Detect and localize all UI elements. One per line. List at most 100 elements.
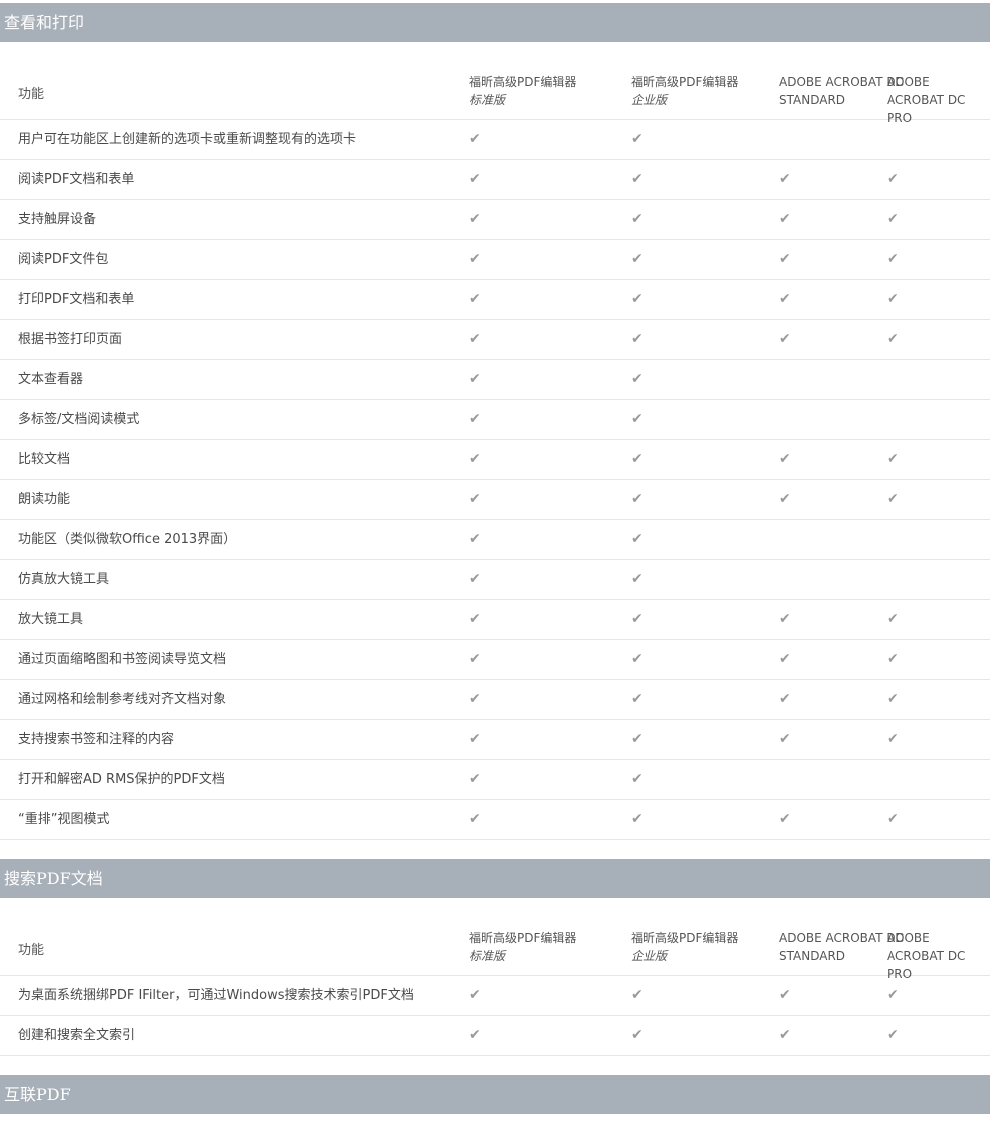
check-icon: ✔ xyxy=(631,131,643,147)
check-icon: ✔ xyxy=(631,691,643,707)
column-header-edition: STANDARD xyxy=(779,93,846,107)
table-row: 仿真放大镜工具 ✔ ✔ xyxy=(0,560,990,600)
check-icon: ✔ xyxy=(469,771,481,787)
check-icon: ✔ xyxy=(469,251,481,267)
feature-label: 通过页面缩略图和书签阅读导览文档 xyxy=(18,652,227,667)
feature-label: 支持搜索书签和注释的内容 xyxy=(18,732,175,747)
feature-label: 打印PDF文档和表单 xyxy=(18,292,135,307)
check-icon: ✔ xyxy=(469,571,481,587)
check-icon: ✔ xyxy=(469,491,481,507)
table-row: 朗读功能 ✔ ✔ ✔ ✔ xyxy=(0,480,990,520)
check-icon: ✔ xyxy=(469,331,481,347)
table-row: 通过页面缩略图和书签阅读导览文档 ✔ ✔ ✔ ✔ xyxy=(0,640,990,680)
table-row: 用户可在功能区上创建新的选项卡或重新调整现有的选项卡 ✔ ✔ xyxy=(0,120,990,160)
check-icon: ✔ xyxy=(779,251,791,267)
check-icon: ✔ xyxy=(779,987,791,1003)
check-icon: ✔ xyxy=(887,987,899,1003)
check-icon: ✔ xyxy=(779,211,791,227)
table-row: 功能区（类似微软Office 2013界面） ✔ ✔ xyxy=(0,520,990,560)
check-icon: ✔ xyxy=(779,291,791,307)
column-header-product: ADOBE ACROBAT DC xyxy=(887,75,966,107)
section-header: 查看和打印 xyxy=(0,3,990,42)
check-icon: ✔ xyxy=(887,171,899,187)
check-icon: ✔ xyxy=(631,731,643,747)
feature-label: 阅读PDF文档和表单 xyxy=(18,172,135,187)
column-header-edition: 企业版 xyxy=(631,949,668,963)
comparison-table: 功能 福昕高级PDF编辑器 标准版 福昕高级PDF编辑器 企业版 ADOBE ACROBA… xyxy=(0,898,990,1056)
check-icon: ✔ xyxy=(469,171,481,187)
column-header-product: ADOBE ACROBAT DC xyxy=(779,75,904,89)
feature-label: 打开和解密AD RMS保护的PDF文档 xyxy=(18,772,225,787)
check-icon: ✔ xyxy=(887,251,899,267)
check-icon: ✔ xyxy=(887,491,899,507)
check-icon: ✔ xyxy=(631,211,643,227)
check-icon: ✔ xyxy=(631,251,643,267)
check-icon: ✔ xyxy=(469,531,481,547)
column-header-product: 福昕高级PDF编辑器 xyxy=(631,931,739,945)
check-icon: ✔ xyxy=(631,331,643,347)
check-icon: ✔ xyxy=(631,611,643,627)
check-icon: ✔ xyxy=(779,331,791,347)
check-icon: ✔ xyxy=(887,611,899,627)
check-icon: ✔ xyxy=(779,451,791,467)
check-icon: ✔ xyxy=(631,491,643,507)
column-header-product: ADOBE ACROBAT DC xyxy=(779,931,904,945)
check-icon: ✔ xyxy=(631,171,643,187)
check-icon: ✔ xyxy=(779,691,791,707)
check-icon: ✔ xyxy=(469,411,481,427)
column-header-product: 福昕高级PDF编辑器 xyxy=(469,931,577,945)
table-row: 根据书签打印页面 ✔ ✔ ✔ ✔ xyxy=(0,320,990,360)
feature-label: 用户可在功能区上创建新的选项卡或重新调整现有的选项卡 xyxy=(18,132,357,147)
table-row: 打印PDF文档和表单 ✔ ✔ ✔ ✔ xyxy=(0,280,990,320)
check-icon: ✔ xyxy=(469,651,481,667)
table-row: 支持搜索书签和注释的内容 ✔ ✔ ✔ ✔ xyxy=(0,720,990,760)
column-header-edition: 企业版 xyxy=(631,93,668,107)
feature-label: 功能区（类似微软Office 2013界面） xyxy=(18,532,237,547)
check-icon: ✔ xyxy=(469,811,481,827)
check-icon: ✔ xyxy=(469,371,481,387)
check-icon: ✔ xyxy=(887,811,899,827)
check-icon: ✔ xyxy=(469,691,481,707)
check-icon: ✔ xyxy=(631,371,643,387)
feature-label: 为桌面系统捆绑PDF IFilter，可通过Windows搜索技术索引PDF文档 xyxy=(18,988,414,1003)
feature-label: 通过网格和绘制参考线对齐文档对象 xyxy=(18,692,227,707)
feature-label: 仿真放大镜工具 xyxy=(18,572,110,587)
check-icon: ✔ xyxy=(631,411,643,427)
check-icon: ✔ xyxy=(887,1027,899,1043)
section-header: 互联PDF xyxy=(0,1075,990,1114)
column-header-edition: 标准版 xyxy=(469,949,506,963)
check-icon: ✔ xyxy=(631,811,643,827)
check-icon: ✔ xyxy=(631,987,643,1003)
column-header-product: 福昕高级PDF编辑器 xyxy=(469,75,577,89)
check-icon: ✔ xyxy=(631,571,643,587)
check-icon: ✔ xyxy=(887,331,899,347)
check-icon: ✔ xyxy=(469,611,481,627)
table-row: 比较文档 ✔ ✔ ✔ ✔ xyxy=(0,440,990,480)
column-header-col4: ADOBE ACROBAT DC PRO xyxy=(887,73,990,127)
table-row: 为桌面系统捆绑PDF IFilter，可通过Windows搜索技术索引PDF文档… xyxy=(0,976,990,1016)
feature-label: 阅读PDF文件包 xyxy=(18,252,109,267)
table-row: 文本查看器 ✔ ✔ xyxy=(0,360,990,400)
column-header-feature: 功能 xyxy=(18,87,45,102)
feature-label: “重排”视图模式 xyxy=(18,812,110,827)
column-header-col2: 福昕高级PDF编辑器 企业版 xyxy=(631,929,738,965)
table-row: 打开和解密AD RMS保护的PDF文档 ✔ ✔ xyxy=(0,760,990,800)
check-icon: ✔ xyxy=(469,731,481,747)
check-icon: ✔ xyxy=(779,731,791,747)
column-header-col2: 福昕高级PDF编辑器 企业版 xyxy=(631,73,738,109)
check-icon: ✔ xyxy=(887,731,899,747)
section-header: 搜索PDF文档 xyxy=(0,859,990,898)
table-row: “重排”视图模式 ✔ ✔ ✔ ✔ xyxy=(0,800,990,840)
check-icon: ✔ xyxy=(631,651,643,667)
column-header-col1: 福昕高级PDF编辑器 标准版 xyxy=(469,929,576,965)
check-icon: ✔ xyxy=(779,1027,791,1043)
column-header-col4: ADOBE ACROBAT DC PRO xyxy=(887,929,990,983)
check-icon: ✔ xyxy=(779,811,791,827)
check-icon: ✔ xyxy=(779,651,791,667)
column-header-edition: 标准版 xyxy=(469,93,506,107)
column-header-edition: STANDARD xyxy=(779,949,846,963)
table-row: 阅读PDF文档和表单 ✔ ✔ ✔ ✔ xyxy=(0,160,990,200)
feature-label: 创建和搜索全文索引 xyxy=(18,1028,136,1043)
check-icon: ✔ xyxy=(887,691,899,707)
column-header-col1: 福昕高级PDF编辑器 标准版 xyxy=(469,73,576,109)
